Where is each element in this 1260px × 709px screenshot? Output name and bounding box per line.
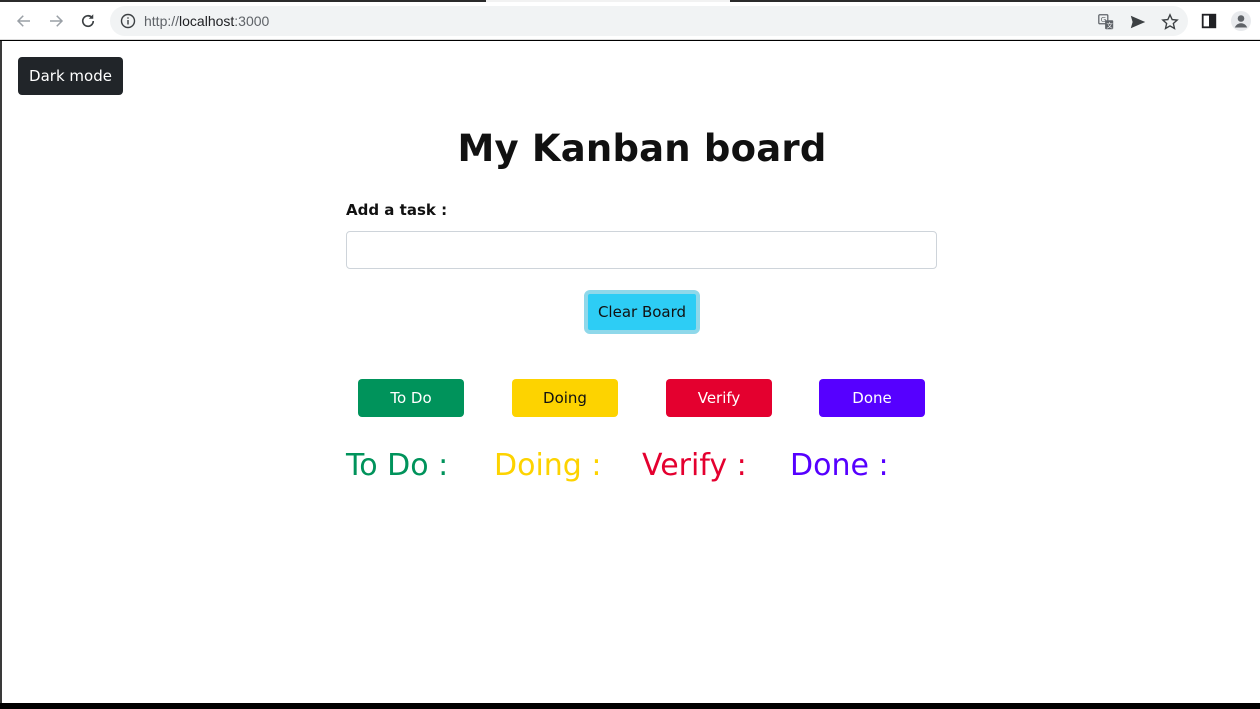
arrow-right-icon[interactable] xyxy=(44,9,68,33)
url-port: :3000 xyxy=(234,13,270,29)
reload-icon[interactable] xyxy=(76,9,100,33)
verify-button[interactable]: Verify xyxy=(666,379,772,417)
url-scheme: http:// xyxy=(144,13,180,29)
url-text: http://localhost:3000 xyxy=(144,13,269,29)
star-icon[interactable] xyxy=(1160,12,1180,32)
done-column-heading: Done : xyxy=(790,448,889,483)
browser-toolbar: http://localhost:3000 G文 xyxy=(0,2,1260,40)
window-bottom-edge xyxy=(0,703,1260,709)
send-icon[interactable] xyxy=(1128,12,1148,32)
add-task-label: Add a task : xyxy=(346,201,448,219)
dark-mode-button[interactable]: Dark mode xyxy=(18,57,123,95)
page-title: My Kanban board xyxy=(457,127,827,170)
todo-column-heading: To Do : xyxy=(346,448,449,483)
url-host: localhost xyxy=(179,13,235,29)
done-button[interactable]: Done xyxy=(819,379,925,417)
task-input[interactable] xyxy=(346,231,937,269)
arrow-left-icon[interactable] xyxy=(12,9,36,33)
translate-icon[interactable]: G文 xyxy=(1096,12,1116,32)
verify-column-heading: Verify : xyxy=(642,448,747,483)
svg-text:文: 文 xyxy=(1106,20,1113,29)
todo-button[interactable]: To Do xyxy=(358,379,464,417)
info-icon[interactable] xyxy=(120,13,136,29)
clear-board-button[interactable]: Clear Board xyxy=(584,290,700,334)
doing-column-heading: Doing : xyxy=(494,448,602,483)
address-bar[interactable]: http://localhost:3000 G文 xyxy=(110,6,1188,36)
page-viewport: Dark mode My Kanban board Add a task : C… xyxy=(2,41,1260,703)
doing-button[interactable]: Doing xyxy=(512,379,618,417)
profile-icon[interactable] xyxy=(1230,10,1252,32)
side-panel-icon[interactable] xyxy=(1198,10,1220,32)
